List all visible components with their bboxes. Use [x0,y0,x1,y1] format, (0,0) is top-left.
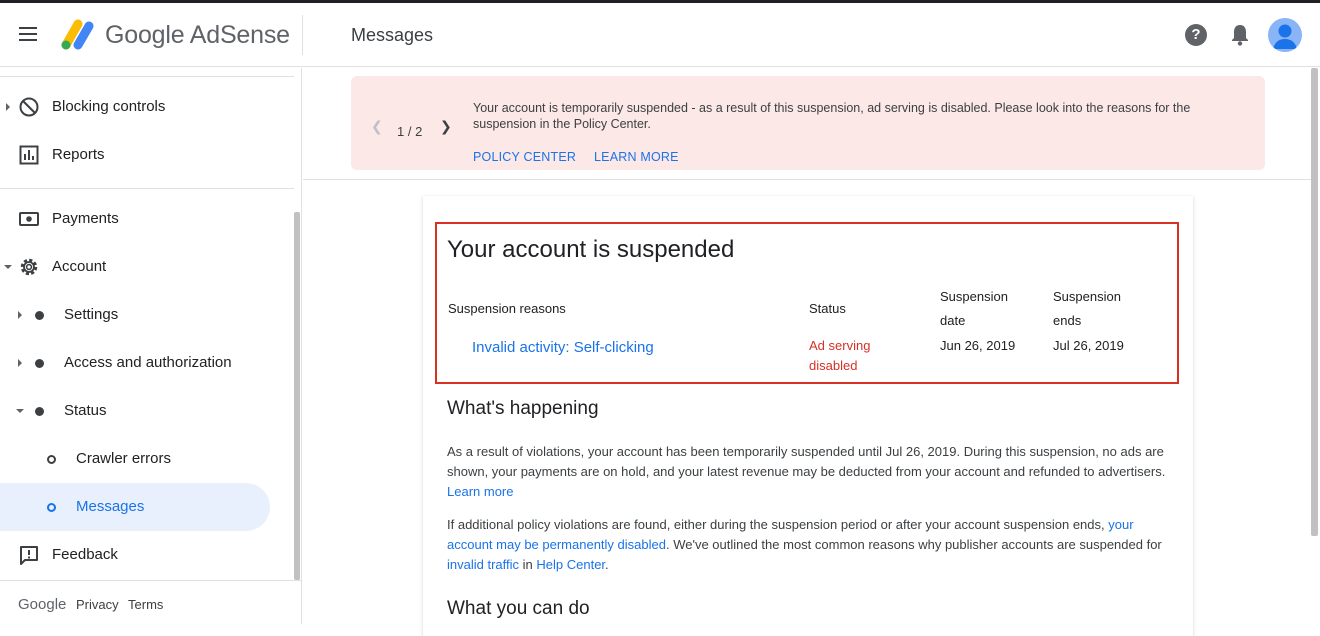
status-line2: disabled [809,358,858,373]
expand-caret-icon [18,359,22,367]
suspension-reason-link[interactable]: Invalid activity: Self-clicking [472,339,654,356]
sidebar-item-account[interactable]: Account [0,243,270,291]
status-value: Ad serving disabled [809,336,899,376]
learn-more-link[interactable]: Learn more [447,484,513,499]
pager-prev-icon[interactable]: ❮ [371,118,383,135]
sidebar-item-blocking-controls[interactable]: Blocking controls [0,83,270,131]
column-header-date-line1: Suspension [940,289,1008,304]
paragraph-text: As a result of violations, your account … [447,444,1166,479]
gear-icon [20,258,38,276]
learn-more-button[interactable]: LEARN MORE [594,150,679,164]
avatar-person-icon [1273,24,1297,49]
sidebar-item-access-and-authorization[interactable]: Access and authorization [0,339,270,387]
column-header-status: Status [809,301,846,316]
status-line1: Ad serving [809,338,871,353]
column-header-ends-line1: Suspension [1053,289,1121,304]
column-header-ends: Suspension ends [1053,285,1121,333]
pager-next-icon[interactable]: ❯ [440,118,452,135]
what-you-can-do-heading: What you can do [447,598,590,619]
app-header: Google AdSense Messages ? [0,3,1320,67]
pager-text: 1 / 2 [397,124,423,139]
help-icon[interactable]: ? [1185,24,1207,46]
sidebar-item-label: Feedback [52,546,118,563]
brand-name: Google AdSense [105,21,290,49]
expand-caret-icon [6,103,10,111]
sidebar-item-label: Messages [76,498,145,515]
sidebar-item-status[interactable]: Status [0,387,270,435]
collapse-caret-icon [16,409,24,413]
feedback-icon [20,546,38,565]
payments-icon [19,212,39,226]
header-divider [302,15,303,55]
column-header-reasons: Suspension reasons [448,301,566,316]
ring-bullet-icon [47,503,56,512]
sidebar-item-label: Payments [52,210,119,227]
bullet-icon [35,407,44,416]
bullet-icon [35,311,44,320]
ring-bullet-icon [47,455,56,464]
suspension-card: Your account is suspended Suspension rea… [423,196,1193,636]
paragraph-text: If additional policy violations are foun… [447,517,1105,532]
column-header-date: Suspension date [940,285,1008,333]
help-center-link[interactable]: Help Center [536,557,605,572]
sidebar-item-label: Status [64,402,107,419]
sidebar: Blocking controls Reports Payments Accou… [0,68,302,624]
sidebar-item-label: Reports [52,146,105,163]
reports-chart-icon [19,145,39,165]
expand-caret-icon [18,311,22,319]
paragraph-happening: As a result of violations, your account … [447,442,1173,502]
notifications-bell-icon[interactable] [1229,23,1251,47]
paragraph-text: . [605,557,609,572]
privacy-link[interactable]: Privacy [76,597,119,612]
sidebar-item-label: Access and authorization [64,354,232,371]
banner-message: Your account is temporarily suspended - … [473,101,1191,131]
main-content: ❮ 1 / 2 ❯ Your account is temporarily su… [303,68,1320,636]
paragraph-text: . We've outlined the most common reasons… [665,537,1162,552]
sidebar-item-messages[interactable]: Messages [0,483,270,531]
invalid-traffic-link[interactable]: invalid traffic [447,557,519,572]
policy-center-button[interactable]: POLICY CENTER [473,150,576,164]
menu-icon[interactable] [16,23,42,47]
sidebar-item-payments[interactable]: Payments [0,195,270,243]
terms-link[interactable]: Terms [128,597,163,612]
main-scrollbar[interactable] [1311,68,1318,536]
avatar[interactable] [1268,18,1302,52]
suspension-date-value: Jun 26, 2019 [940,338,1016,353]
sidebar-item-label: Crawler errors [76,450,172,467]
column-header-date-line2: date [940,313,966,328]
sidebar-scrollbar[interactable] [294,212,300,580]
paragraph-text: in [522,557,533,572]
sidebar-divider [0,188,294,189]
suspension-banner: ❮ 1 / 2 ❯ Your account is temporarily su… [351,76,1265,170]
sidebar-top-divider [0,76,294,77]
sidebar-item-crawler-errors[interactable]: Crawler errors [0,435,270,483]
suspension-ends-value: Jul 26, 2019 [1053,338,1124,353]
main-divider [303,179,1315,180]
block-icon [19,97,39,117]
sidebar-item-reports[interactable]: Reports [0,131,270,179]
sidebar-item-feedback[interactable]: Feedback [0,531,270,579]
collapse-caret-icon [4,265,12,269]
sidebar-footer: Google Privacy Terms [18,596,169,613]
sidebar-footer-divider [0,580,302,581]
footer-google-logo: Google [18,596,67,613]
sidebar-item-settings[interactable]: Settings [0,291,270,339]
sidebar-item-label: Account [52,258,107,275]
page-title: Messages [351,25,434,45]
sidebar-item-label: Blocking controls [52,98,166,115]
adsense-logo [61,19,94,50]
column-header-ends-line2: ends [1053,313,1082,328]
paragraph-violations: If additional policy violations are foun… [447,515,1173,575]
bullet-icon [35,359,44,368]
whats-happening-heading: What's happening [447,398,599,419]
card-title: Your account is suspended [447,236,735,263]
sidebar-item-label: Settings [64,306,119,323]
